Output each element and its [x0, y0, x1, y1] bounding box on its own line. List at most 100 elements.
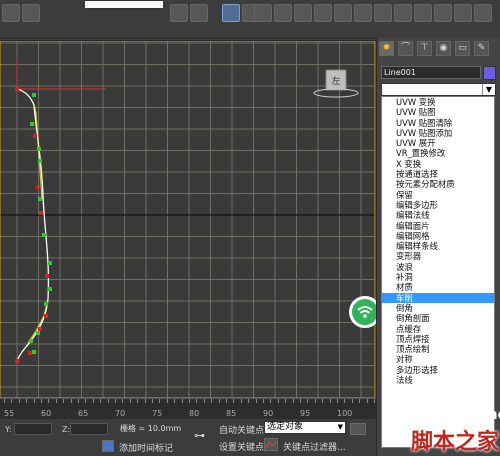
add-time-tag-button[interactable]: 添加时间标记 [119, 441, 173, 454]
object-color-swatch[interactable] [483, 66, 496, 80]
y-field[interactable] [14, 423, 52, 435]
timeline-tick [18, 399, 20, 403]
modifier-item[interactable]: 材质 [382, 282, 494, 292]
modifier-item[interactable]: 按通道选择 [382, 169, 494, 179]
timeline-tick [218, 399, 220, 403]
key-filters-button[interactable]: 关键点过滤器... [283, 440, 346, 453]
utilities-tab-icon[interactable]: ✎ [474, 41, 489, 56]
pivot-icon[interactable] [334, 4, 352, 22]
timeline-tick [233, 399, 235, 403]
modifier-item[interactable]: UVW 贴图清除 [382, 118, 494, 128]
undo-icon[interactable] [2, 4, 20, 22]
timeline-ruler[interactable]: 55 60 65 70 75 80 85 90 95 100 [0, 398, 376, 419]
modifier-item[interactable]: 按元素分配材质 [382, 179, 494, 189]
modifier-item[interactable]: UVW 贴图添加 [382, 128, 494, 138]
modifier-item[interactable]: 补洞 [382, 272, 494, 282]
timeline-tick [70, 399, 72, 403]
curve-editor-icon[interactable] [454, 4, 472, 22]
timeline-tick [285, 399, 287, 403]
rect-select-icon[interactable] [222, 4, 240, 22]
spline-vertex [44, 314, 48, 318]
key-icon[interactable]: ⊶ [194, 429, 205, 442]
timeline-tick [26, 399, 28, 403]
left-viewport[interactable]: 左 [0, 40, 376, 399]
timeline-tick [248, 399, 250, 403]
timeline-tick [78, 399, 79, 403]
modifier-item[interactable]: 点缓存 [382, 324, 494, 334]
modifier-item[interactable]: VR_置换修改 [382, 148, 494, 158]
timeline-tick [374, 399, 375, 403]
curve-icon[interactable] [264, 438, 278, 451]
layer-icon[interactable] [434, 4, 452, 22]
timeline-tick [174, 399, 176, 403]
modifier-item[interactable]: 对称 [382, 354, 494, 364]
reference-coord-field[interactable] [84, 0, 164, 9]
mirror-icon[interactable] [394, 4, 412, 22]
timeline-tick [107, 399, 109, 403]
modifier-item[interactable]: 顶点绘制 [382, 344, 494, 354]
time-tag-icon[interactable] [102, 440, 114, 452]
align-icon[interactable] [414, 4, 432, 22]
timeline-tick [181, 399, 183, 403]
timeline-tick-label: 55 [4, 409, 15, 418]
modifier-item[interactable]: 波浪 [382, 262, 494, 272]
ref-coord-icon[interactable] [314, 4, 332, 22]
spline-vertex [32, 350, 36, 354]
timeline-tick-label: 60 [41, 409, 52, 418]
modifier-list-dropdown[interactable]: ▼ [381, 83, 496, 96]
modifier-item[interactable]: 倒角剖面 [382, 313, 494, 323]
timeline-tick [100, 399, 102, 403]
motion-tab-icon[interactable]: ◉ [436, 41, 451, 56]
modifier-item[interactable]: 保留 [382, 190, 494, 200]
modifier-item[interactable]: 编辑样条线 [382, 241, 494, 251]
modifier-item[interactable]: UVW 展开 [382, 138, 494, 148]
key-selection-dropdown[interactable]: 选定对象 ▼ [264, 421, 346, 434]
modifier-list[interactable]: UVW 变换 UVW 贴图 UVW 贴图清除 UVW 贴图添加 UVW 展开 VR_置换修… [381, 96, 495, 448]
set-key-button[interactable]: 设置关键点 [219, 440, 264, 453]
timeline-tick [55, 399, 57, 403]
modifier-item[interactable]: 倒角 [382, 303, 494, 313]
modifier-item[interactable]: 法线 [382, 375, 494, 385]
auto-key-button[interactable]: 自动关键点 [219, 423, 264, 436]
timeline-tick [322, 399, 324, 403]
z-field[interactable] [70, 423, 108, 435]
spline-vertex [44, 302, 48, 306]
select-by-name-icon[interactable] [190, 4, 208, 22]
object-name-field[interactable]: Line001 [381, 66, 481, 79]
move-icon[interactable] [254, 4, 272, 22]
select-icon[interactable] [170, 4, 188, 22]
chevron-down-icon[interactable]: ▼ [482, 84, 495, 95]
goto-start-icon[interactable] [350, 423, 366, 435]
y-label: Y: [5, 425, 12, 434]
modifier-item[interactable]: 编辑网格 [382, 231, 494, 241]
timeline-tick [351, 399, 353, 403]
angle-snap-icon[interactable] [374, 4, 392, 22]
modifier-item[interactable]: X 变换 [382, 159, 494, 169]
timeline-tick [240, 399, 242, 403]
viewport-canvas[interactable]: 左 [0, 41, 376, 399]
spline-vertex [36, 331, 40, 335]
modifier-item[interactable]: UVW 变换 [382, 97, 494, 107]
snap-icon[interactable] [354, 4, 372, 22]
create-tab-icon[interactable]: ✸ [379, 41, 394, 56]
modifier-item[interactable]: 多边形选择 [382, 365, 494, 375]
modifier-item[interactable]: 顶点焊接 [382, 334, 494, 344]
timeline-tick [159, 399, 161, 403]
timeline-tick [63, 399, 65, 403]
modifier-item[interactable]: 编辑多边形 [382, 200, 494, 210]
modify-tab-icon[interactable]: ⌒ [398, 41, 413, 56]
timeline-tick [226, 399, 227, 403]
scale-icon[interactable] [294, 4, 312, 22]
redo-icon[interactable] [22, 4, 40, 22]
rotate-icon[interactable] [274, 4, 292, 22]
timeline-tick [122, 399, 124, 403]
schematic-icon[interactable] [474, 4, 492, 22]
modifier-item[interactable]: UVW 贴图 [382, 107, 494, 117]
modifier-item[interactable]: 车削 [382, 292, 494, 303]
display-tab-icon[interactable]: ▭ [455, 41, 470, 56]
modifier-item[interactable]: 变形器 [382, 251, 494, 261]
modifier-item[interactable]: 编辑法线 [382, 210, 494, 220]
modifier-item[interactable]: 编辑面片 [382, 221, 494, 231]
hierarchy-tab-icon[interactable]: ⊤ [417, 41, 432, 56]
spline-vertex [38, 159, 42, 163]
